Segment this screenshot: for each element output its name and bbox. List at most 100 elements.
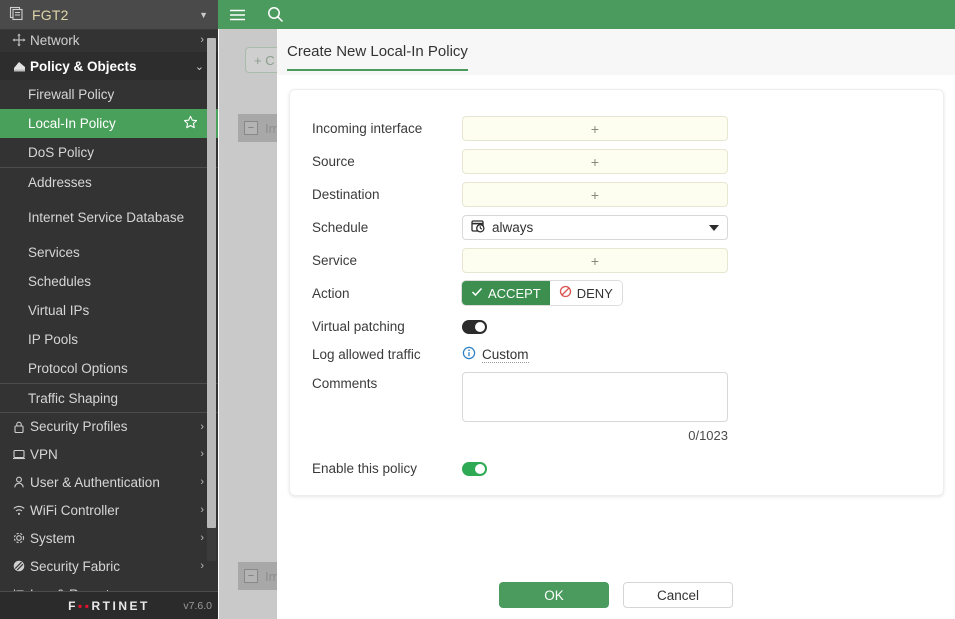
cancel-button[interactable]: Cancel	[623, 582, 733, 608]
action-deny-label: DENY	[577, 286, 613, 301]
sidebar-item-local-in-policy[interactable]: Local-In Policy	[0, 109, 218, 138]
vpn-icon	[8, 447, 30, 461]
action-deny-button[interactable]: DENY	[550, 281, 622, 305]
sidebar-item-internet-service-database[interactable]: Internet Service Database	[0, 196, 218, 238]
sidebar-item-label: Internet Service Database	[28, 209, 184, 226]
create-local-in-policy-dialog: Create New Local-In Policy Incoming inte…	[277, 29, 955, 619]
sidebar-item-label: Firewall Policy	[28, 87, 114, 102]
deny-icon	[559, 285, 572, 301]
sidebar-item-services[interactable]: Services	[0, 238, 218, 267]
schedule-value: always	[492, 220, 533, 235]
action-accept-button[interactable]: ACCEPT	[462, 281, 550, 305]
sidebar-item-label: Virtual IPs	[28, 303, 89, 318]
field-label: Destination	[312, 178, 462, 211]
sidebar-item-protocol-options[interactable]: Protocol Options	[0, 354, 218, 383]
policy-icon	[8, 59, 30, 74]
sidebar-group-label: Policy & Objects	[30, 59, 137, 74]
app-root: FGT2 ▼ Network ›	[0, 0, 955, 619]
sidebar-item-system[interactable]: System ›	[0, 524, 218, 552]
device-name: FGT2	[32, 7, 69, 23]
check-icon	[471, 286, 483, 301]
collapse-icon[interactable]: −	[244, 121, 258, 135]
field-label: Schedule	[312, 211, 462, 244]
chevron-down-icon[interactable]: ⌄	[195, 60, 204, 73]
sidebar-item-label: Protocol Options	[28, 361, 128, 376]
ok-button[interactable]: OK	[499, 582, 609, 608]
sidebar-scroll: Network › Policy & Objects ⌄ Firewall Po…	[0, 30, 218, 591]
sidebar-item-virtual-ips[interactable]: Virtual IPs	[0, 296, 218, 325]
log-custom-link[interactable]: Custom	[482, 347, 529, 363]
sidebar-item-label: WiFi Controller	[30, 503, 119, 518]
log-allowed-traffic-value: Custom	[462, 346, 943, 363]
sidebar-item-label: Traffic Shaping	[28, 391, 118, 406]
dialog-actions: OK Cancel	[277, 582, 955, 608]
source-input[interactable]: +	[462, 149, 728, 174]
field-service: Service +	[290, 244, 943, 277]
chevron-down-icon[interactable]	[709, 225, 719, 231]
dialog-title: Create New Local-In Policy	[287, 33, 468, 71]
sidebar-item-dos-policy[interactable]: DoS Policy	[0, 138, 218, 167]
field-label: Service	[312, 244, 462, 277]
fortinet-logo: F▪▪RTINET	[68, 599, 150, 613]
sidebar-item-security-profiles[interactable]: Security Profiles ›	[0, 412, 218, 440]
star-icon[interactable]	[183, 115, 198, 133]
plus-icon: +	[591, 187, 599, 203]
chevron-down-icon[interactable]: ▼	[199, 10, 208, 20]
sidebar-item-user-authentication[interactable]: User & Authentication ›	[0, 468, 218, 496]
chevron-right-icon: ›	[200, 421, 204, 433]
sidebar-scrollbar-thumb[interactable]	[207, 38, 216, 528]
sidebar-item-firewall-policy[interactable]: Firewall Policy	[0, 80, 218, 109]
network-icon	[8, 33, 30, 47]
device-selector[interactable]: FGT2 ▼	[0, 0, 218, 30]
field-schedule: Schedule always	[290, 211, 943, 244]
device-stack-icon	[9, 5, 25, 24]
user-icon	[8, 475, 30, 489]
service-input[interactable]: +	[462, 248, 728, 273]
info-icon[interactable]	[462, 346, 476, 363]
hamburger-icon[interactable]	[218, 8, 256, 22]
sidebar-group-policy-objects[interactable]: Policy & Objects ⌄	[0, 52, 218, 80]
sidebar-item-addresses[interactable]: Addresses	[0, 167, 218, 196]
enable-policy-toggle[interactable]	[462, 462, 487, 476]
sidebar-item-security-fabric[interactable]: Security Fabric ›	[0, 552, 218, 580]
action-accept-label: ACCEPT	[488, 286, 541, 301]
sidebar-item-log-report[interactable]: Log & Report ›	[0, 580, 218, 591]
field-source: Source +	[290, 145, 943, 178]
sidebar-item-label: IP Pools	[28, 332, 78, 347]
chevron-right-icon: ›	[200, 476, 204, 488]
field-label: Enable this policy	[312, 455, 462, 483]
incoming-interface-input[interactable]: +	[462, 116, 728, 141]
lock-icon	[8, 420, 30, 434]
search-icon[interactable]	[256, 6, 294, 23]
sidebar-item-label: Local-In Policy	[28, 116, 116, 131]
destination-input[interactable]: +	[462, 182, 728, 207]
sidebar-item-wifi-controller[interactable]: WiFi Controller ›	[0, 496, 218, 524]
sidebar-item-label: Network	[30, 33, 80, 48]
sidebar-item-label: System	[30, 531, 75, 546]
gear-icon	[8, 531, 30, 545]
field-enable-policy: Enable this policy	[290, 455, 943, 483]
collapse-icon[interactable]: −	[244, 569, 258, 583]
sidebar-item-traffic-shaping[interactable]: Traffic Shaping	[0, 383, 218, 412]
sidebar-item-schedules[interactable]: Schedules	[0, 267, 218, 296]
wifi-icon	[8, 503, 30, 517]
virtual-patching-toggle[interactable]	[462, 320, 487, 334]
sidebar-item-label: DoS Policy	[28, 145, 94, 160]
sidebar-item-network[interactable]: Network ›	[0, 30, 218, 52]
field-label: Source	[312, 145, 462, 178]
field-virtual-patching: Virtual patching	[290, 313, 943, 341]
sidebar-item-vpn[interactable]: VPN ›	[0, 440, 218, 468]
field-label: Log allowed traffic	[312, 341, 462, 369]
field-incoming-interface: Incoming interface +	[290, 112, 943, 145]
sidebar-footer: F▪▪RTINET v7.6.0	[0, 591, 218, 619]
comments-counter: 0/1023	[462, 425, 728, 443]
schedule-select[interactable]: always	[462, 215, 728, 240]
sidebar-item-label: Services	[28, 245, 80, 260]
comments-textarea[interactable]	[462, 372, 728, 422]
sidebar-item-ip-pools[interactable]: IP Pools	[0, 325, 218, 354]
field-action: Action ACCEPT	[290, 277, 943, 313]
schedule-clock-icon	[471, 219, 486, 237]
sidebar-item-label: Addresses	[28, 175, 92, 190]
field-log-allowed-traffic: Log allowed traffic Custom	[290, 341, 943, 369]
field-destination: Destination +	[290, 178, 943, 211]
